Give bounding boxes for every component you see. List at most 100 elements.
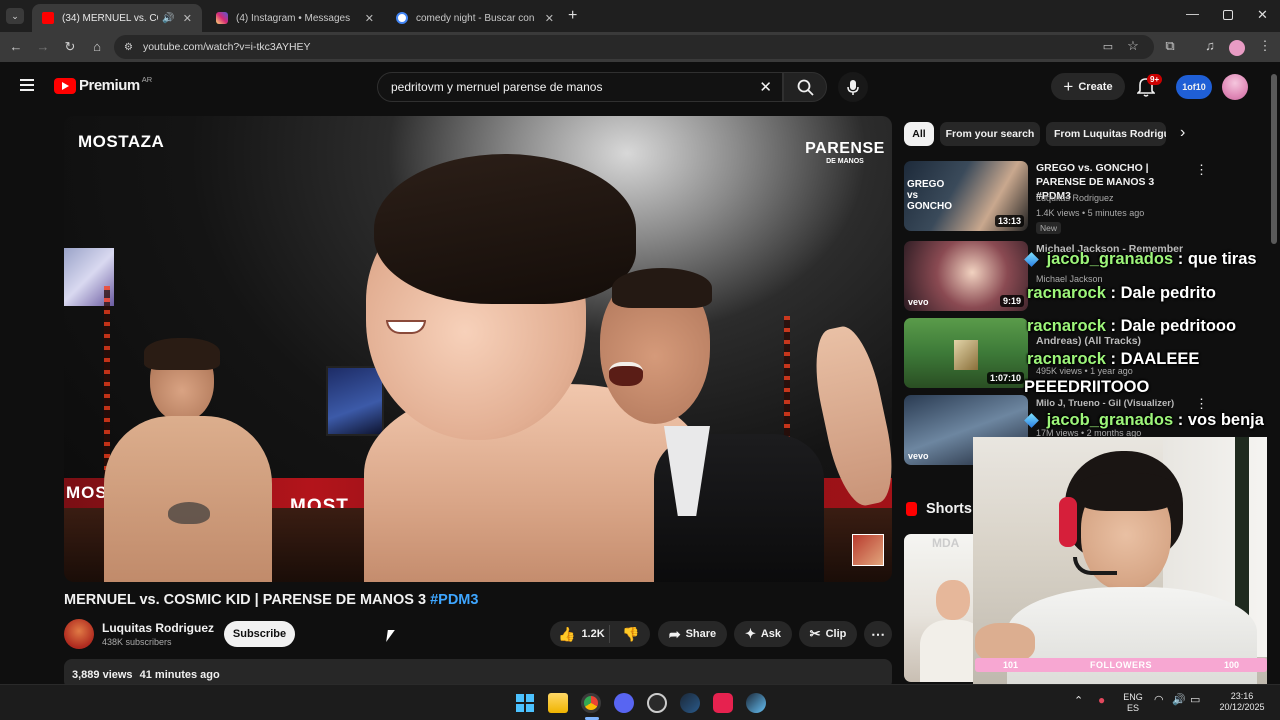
search-input[interactable]: pedritovm y mernuel parense de manos ✕	[377, 72, 783, 102]
tiktok-icon[interactable]	[713, 693, 733, 713]
google-favicon-icon	[396, 12, 408, 24]
thumbs-up-icon: 👍	[558, 625, 576, 642]
account-avatar[interactable]	[1222, 74, 1248, 100]
file-explorer-icon[interactable]	[548, 693, 568, 713]
new-tab-button[interactable]: +	[568, 7, 577, 25]
tab-label: comedy night - Buscar con Goo	[416, 12, 537, 24]
page-scrollbar[interactable]	[1271, 74, 1277, 244]
clock[interactable]: 23:16 20/12/2025	[1214, 691, 1270, 713]
discord-icon[interactable]	[614, 693, 634, 713]
like-button[interactable]: 👍 1.2K	[550, 625, 610, 643]
wifi-icon[interactable]: ◠	[1154, 695, 1164, 706]
mouse-cursor-icon	[386, 630, 395, 642]
chat-badge-icon	[1024, 413, 1039, 428]
chip-all[interactable]: All	[904, 122, 934, 146]
cast-icon[interactable]: ▭	[1100, 40, 1116, 54]
clear-search-icon[interactable]: ✕	[759, 78, 772, 96]
chat-text: Dale pedritooo	[1120, 317, 1237, 335]
event-logo-sub: DE MANOS	[826, 158, 864, 165]
related-menu-icon[interactable]: ⋮	[1195, 162, 1208, 178]
chat-text: que tiras	[1187, 250, 1257, 268]
notification-count-badge: 9+	[1147, 74, 1163, 85]
event-logo-title: PARENSE	[805, 140, 885, 157]
chat-username: racnarock	[1027, 350, 1106, 368]
media-controls-icon[interactable]: ♫	[1202, 39, 1218, 53]
logo-text: Premium	[79, 77, 140, 94]
create-label: Create	[1078, 80, 1113, 93]
site-info-icon[interactable]: ⚙	[124, 42, 133, 53]
address-bar[interactable]: ⚙ youtube.com/watch?v=i-tkc3AYHEY	[114, 35, 1154, 59]
microphone-boom	[1073, 557, 1117, 575]
url-text: youtube.com/watch?v=i-tkc3AYHEY	[142, 41, 311, 53]
search-button[interactable]	[783, 72, 827, 102]
game-cover-art	[954, 340, 978, 370]
home-icon[interactable]: ⌂	[89, 40, 105, 54]
forward-arrow-icon[interactable]: →	[35, 40, 51, 54]
related-thumbnail-1[interactable]: GREGO vs GONCHO 13:13	[904, 161, 1028, 231]
new-badge: New	[1036, 222, 1062, 234]
reload-icon[interactable]: ↻	[62, 40, 78, 54]
video-player[interactable]: MOS MOST MOSTAZA PARENSE DE MANOS	[64, 116, 892, 582]
battery-icon[interactable]: ▭	[1190, 695, 1200, 706]
clock-date: 20/12/2025	[1219, 702, 1265, 712]
search-query: pedritovm y mernuel parense de manos	[391, 80, 603, 94]
bookmark-star-icon[interactable]: ☆	[1125, 39, 1141, 53]
plus-icon: +	[1063, 76, 1074, 96]
dislike-button[interactable]: 👎	[610, 626, 639, 643]
related-thumbnail-3[interactable]: 1:07:10	[904, 318, 1028, 388]
profile-avatar[interactable]	[1229, 40, 1245, 56]
notifications-button[interactable]: 9+	[1136, 74, 1163, 97]
volume-icon[interactable]: 🔊	[1172, 695, 1186, 706]
tray-mic-icon[interactable]: ●	[1098, 694, 1105, 706]
tab-youtube[interactable]: (34) MERNUEL vs. COSMIC 🔊 ✕	[32, 4, 202, 32]
close-window-icon[interactable]: ✕	[1257, 7, 1268, 23]
streamer-webcam	[973, 437, 1267, 684]
sparkle-icon: ✦	[744, 626, 756, 641]
related-thumbnail-2[interactable]: vevo 9:19	[904, 241, 1028, 311]
clip-button[interactable]: ✂ Clip	[799, 621, 857, 647]
back-arrow-icon[interactable]: ←	[8, 40, 24, 54]
subscribe-button[interactable]: Subscribe	[224, 621, 295, 647]
channel-name[interactable]: Luquitas Rodriguez	[102, 621, 214, 635]
chip-from-your-search[interactable]: From your search	[940, 122, 1040, 146]
steam-icon[interactable]	[680, 693, 700, 713]
shorts-icon	[906, 502, 917, 516]
channel-switch-chip[interactable]: 1of10	[1176, 75, 1212, 99]
butterfly-tattoo	[168, 502, 210, 524]
youtube-logo[interactable]: Premium AR	[54, 75, 152, 94]
channel-avatar[interactable]	[64, 619, 94, 649]
close-tab-icon[interactable]: ✕	[545, 12, 554, 25]
voice-search-button[interactable]	[838, 72, 868, 102]
ring-banner-text-left: MOS	[66, 483, 108, 502]
tab-search-button[interactable]: ⌄	[6, 8, 24, 24]
share-icon: ➦	[668, 625, 681, 642]
restore-window-icon[interactable]	[1223, 10, 1233, 20]
create-button[interactable]: + Create	[1051, 73, 1125, 100]
chips-next-arrow-icon[interactable]: ›	[1180, 124, 1185, 142]
ask-button[interactable]: ✦ Ask	[734, 621, 792, 647]
language-indicator[interactable]: ENG ES	[1122, 692, 1144, 714]
close-tab-icon[interactable]: ✕	[183, 12, 192, 25]
parense-de-manos-logo: PARENSE DE MANOS	[804, 140, 886, 165]
more-actions-button[interactable]: ⋯	[864, 621, 892, 647]
chip-from-channel[interactable]: From Luquitas Rodriguez	[1046, 122, 1166, 146]
tab-google[interactable]: comedy night - Buscar con Goo ✕	[386, 4, 564, 32]
chat-text: Dale pedrito	[1120, 284, 1216, 302]
chrome-icon[interactable]	[581, 693, 601, 713]
steam-alt-icon[interactable]	[746, 693, 766, 713]
tab-instagram[interactable]: (4) Instagram • Messages ✕	[206, 4, 384, 32]
tray-overflow-icon[interactable]: ⌃	[1074, 696, 1083, 707]
recorder-icon[interactable]	[647, 693, 667, 713]
hashtag-link[interactable]: #PDM3	[430, 592, 478, 608]
related-channel-1[interactable]: Luquitas Rodriguez	[1036, 193, 1114, 203]
browser-menu-icon[interactable]: ⋮	[1257, 39, 1273, 53]
close-tab-icon[interactable]: ✕	[365, 12, 374, 25]
windows-start-icon[interactable]	[515, 693, 535, 713]
extensions-icon[interactable]: ⧉	[1162, 39, 1178, 53]
hamburger-menu-icon[interactable]	[20, 79, 34, 91]
chat-text: DAALEEE	[1120, 350, 1200, 368]
clock-time: 23:16	[1230, 691, 1254, 701]
headphone-left	[1059, 497, 1077, 547]
share-button[interactable]: ➦ Share	[658, 621, 727, 647]
minimize-window-icon[interactable]: —	[1186, 6, 1199, 21]
